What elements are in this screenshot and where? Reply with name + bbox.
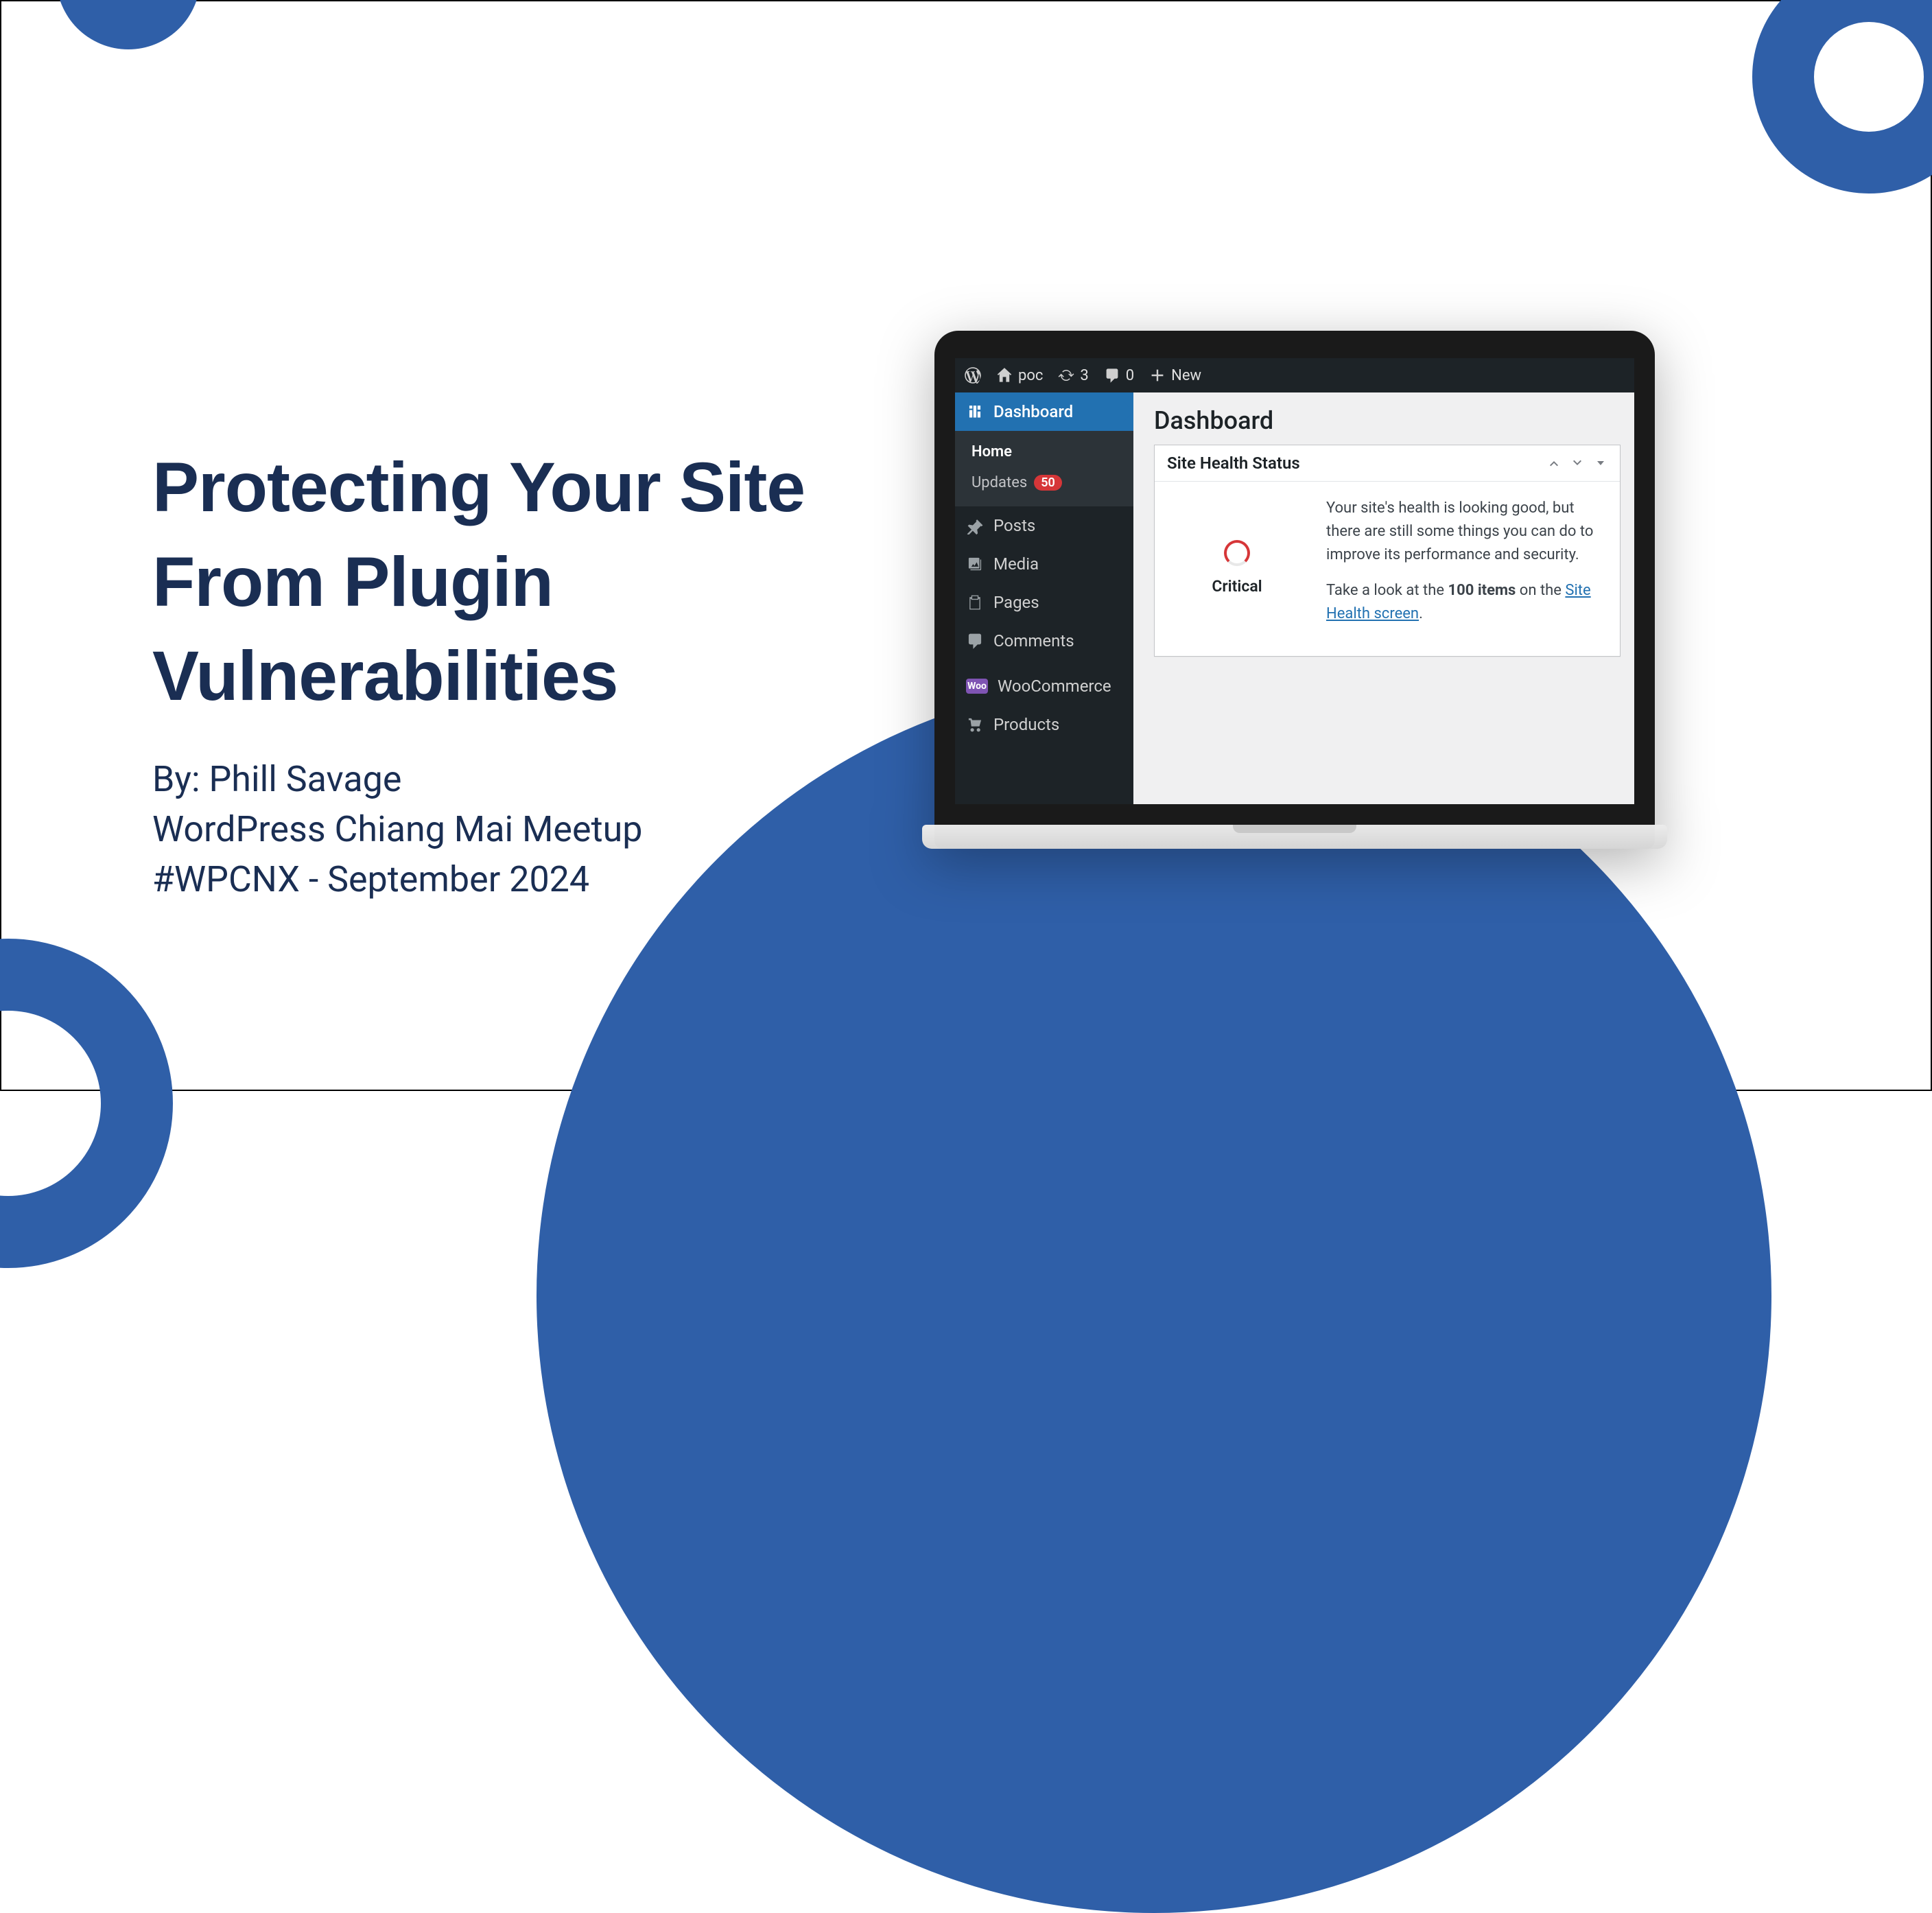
adminbar-updates[interactable]: 3 — [1058, 367, 1088, 384]
health-text-a: Take a look at the — [1326, 582, 1448, 599]
sidebar-item-woocommerce[interactable]: Woo WooCommerce — [955, 667, 1133, 705]
sidebar-subitem-home[interactable]: Home — [955, 436, 1133, 467]
sidebar-item-pages[interactable]: Pages — [955, 583, 1133, 622]
update-icon — [1058, 367, 1074, 384]
sidebar-item-dashboard-label: Dashboard — [993, 402, 1073, 421]
media-icon — [966, 555, 984, 573]
sidebar-item-media-label: Media — [993, 554, 1039, 574]
adminbar-comments[interactable]: 0 — [1104, 367, 1134, 384]
decor-circle-top-left — [56, 0, 200, 49]
updates-count-badge: 50 — [1034, 475, 1062, 491]
toggle-panel-icon[interactable] — [1594, 456, 1607, 470]
site-health-paragraph-2: Take a look at the 100 items on the Site… — [1326, 579, 1606, 626]
site-health-paragraph-1: Your site's health is looking good, but … — [1326, 497, 1606, 567]
sidebar-item-products[interactable]: Products — [955, 705, 1133, 744]
health-text-b: on the — [1516, 582, 1565, 599]
laptop-screen-frame: poc 3 0 New — [934, 331, 1655, 825]
site-health-postbox: Site Health Status Critical — [1154, 445, 1621, 657]
gauge-circle-icon — [1224, 540, 1250, 566]
wordpress-admin: poc 3 0 New — [955, 358, 1634, 804]
adminbar-site-name-label: poc — [1018, 367, 1043, 384]
comment-icon — [1104, 367, 1120, 384]
postbox-title: Site Health Status — [1167, 454, 1300, 473]
sidebar-item-woocommerce-label: WooCommerce — [998, 677, 1111, 696]
site-health-text: Your site's health is looking good, but … — [1326, 497, 1606, 638]
adminbar-wp-logo[interactable] — [965, 367, 981, 384]
laptop-base — [934, 825, 1655, 849]
move-down-icon[interactable] — [1570, 456, 1584, 470]
slide-byline: By: Phill Savage — [152, 755, 976, 805]
sidebar-subitem-updates[interactable]: Updates 50 — [955, 467, 1133, 498]
sidebar-item-media[interactable]: Media — [955, 545, 1133, 583]
page-title: Dashboard — [1154, 406, 1621, 445]
slide-text-block: Protecting Your Site From Plugin Vulnera… — [152, 441, 976, 904]
decor-circle-bottom-left — [0, 939, 173, 1268]
sidebar-item-dashboard[interactable]: Dashboard — [955, 392, 1133, 431]
home-icon — [996, 367, 1013, 384]
products-icon — [966, 716, 984, 733]
adminbar-new[interactable]: New — [1149, 367, 1201, 384]
plus-icon — [1149, 367, 1166, 384]
sidebar-item-comments[interactable]: Comments — [955, 622, 1133, 660]
sidebar-item-pages-label: Pages — [993, 593, 1039, 612]
pages-icon — [966, 594, 984, 611]
pin-icon — [966, 517, 984, 535]
slide-hashtag: #WPCNX - September 2024 — [152, 855, 976, 905]
sidebar-submenu-dashboard: Home Updates 50 — [955, 431, 1133, 506]
move-up-icon[interactable] — [1547, 456, 1561, 470]
sidebar-item-products-label: Products — [993, 715, 1059, 734]
adminbar-updates-count: 3 — [1080, 367, 1088, 384]
laptop-mockup: poc 3 0 New — [934, 331, 1655, 849]
sidebar-subitem-home-label: Home — [971, 443, 1012, 460]
wp-content-area: Dashboard Site Health Status — [1133, 392, 1634, 804]
adminbar-comments-count: 0 — [1126, 367, 1134, 384]
dashboard-icon — [966, 403, 984, 421]
wordpress-logo-icon — [965, 367, 981, 384]
adminbar-site-name[interactable]: poc — [996, 367, 1043, 384]
health-text-c: . — [1419, 605, 1423, 622]
gauge-label: Critical — [1212, 577, 1262, 596]
decor-circle-top-right — [1752, 0, 1932, 193]
health-text-strong: 100 items — [1448, 582, 1516, 599]
adminbar-new-label: New — [1171, 367, 1201, 384]
postbox-header: Site Health Status — [1155, 445, 1620, 482]
sidebar-item-comments-label: Comments — [993, 631, 1074, 650]
slide-subtitle: By: Phill Savage WordPress Chiang Mai Me… — [152, 755, 976, 904]
slide-event: WordPress Chiang Mai Meetup — [152, 805, 976, 855]
woocommerce-icon: Woo — [966, 679, 988, 694]
sidebar-subitem-updates-label: Updates — [971, 474, 1027, 491]
postbox-body: Critical Your site's health is looking g… — [1155, 482, 1620, 656]
site-health-gauge: Critical — [1168, 497, 1306, 638]
sidebar-item-posts[interactable]: Posts — [955, 506, 1133, 545]
comments-icon — [966, 632, 984, 650]
slide-title: Protecting Your Site From Plugin Vulnera… — [152, 441, 976, 724]
sidebar-separator — [955, 660, 1133, 667]
admin-sidebar: Dashboard Home Updates 50 Posts — [955, 392, 1133, 804]
sidebar-item-posts-label: Posts — [993, 516, 1035, 535]
wp-body: Dashboard Home Updates 50 Posts — [955, 392, 1634, 804]
adminbar: poc 3 0 New — [955, 358, 1634, 392]
postbox-actions — [1547, 456, 1607, 470]
